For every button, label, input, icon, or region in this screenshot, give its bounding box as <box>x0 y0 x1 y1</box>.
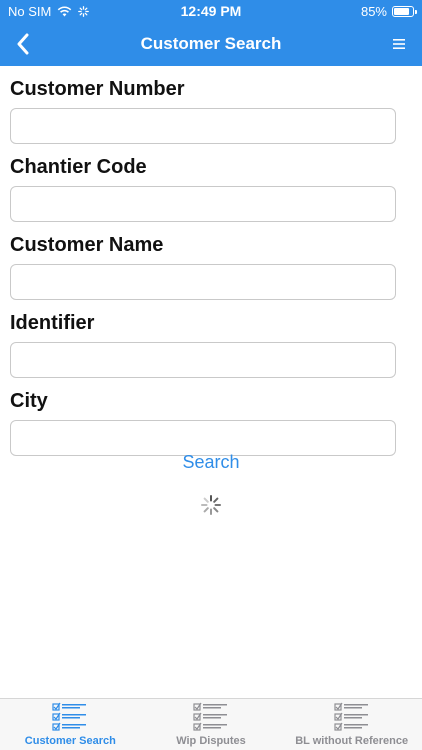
customer-name-label: Customer Name <box>10 234 164 256</box>
status-left: No SIM <box>8 3 90 19</box>
search-button[interactable]: Search <box>0 452 422 473</box>
menu-button[interactable] <box>390 34 408 54</box>
status-bar: No SIM 12:49 PM 85% <box>0 0 422 22</box>
tab-label: Customer Search <box>24 735 116 747</box>
chevron-left-icon <box>17 33 29 55</box>
customer-name-input[interactable] <box>10 264 396 300</box>
loading-spinner-icon <box>201 495 221 515</box>
tab-bar: Customer Search Wip Disputes BL without … <box>0 698 422 750</box>
carrier-text: No SIM <box>8 3 52 19</box>
identifier-label: Identifier <box>10 312 95 334</box>
tab-label: BL without Reference <box>295 735 409 747</box>
tab-customer-search[interactable]: Customer Search <box>0 699 141 750</box>
status-right: 85% <box>360 3 417 19</box>
battery-percentage: 85% <box>360 3 387 19</box>
wifi-icon <box>58 5 72 16</box>
hamburger-menu-icon <box>393 39 405 49</box>
chantier-code-input[interactable] <box>10 186 396 222</box>
checklist-icon <box>52 702 87 731</box>
checklist-icon <box>334 702 368 731</box>
page-title: Customer Search <box>140 34 282 53</box>
customer-number-input[interactable] <box>10 108 396 144</box>
battery-icon <box>392 5 417 17</box>
back-button[interactable] <box>10 30 36 58</box>
city-label: City <box>10 390 48 412</box>
checklist-icon <box>193 702 227 731</box>
battery-fill <box>394 7 410 15</box>
tab-wip-disputes[interactable]: Wip Disputes <box>141 699 282 750</box>
customer-number-label: Customer Number <box>10 78 185 100</box>
customer-search-form: Customer Number Chantier Code Customer N… <box>0 66 422 456</box>
navigation-bar: Customer Search <box>0 22 422 66</box>
chantier-code-label: Chantier Code <box>10 156 147 178</box>
tab-label: Wip Disputes <box>176 735 246 747</box>
activity-spinner-icon <box>78 5 90 17</box>
identifier-input[interactable] <box>10 342 396 378</box>
tab-bl-without-reference[interactable]: BL without Reference <box>281 699 422 750</box>
city-input[interactable] <box>10 420 396 456</box>
